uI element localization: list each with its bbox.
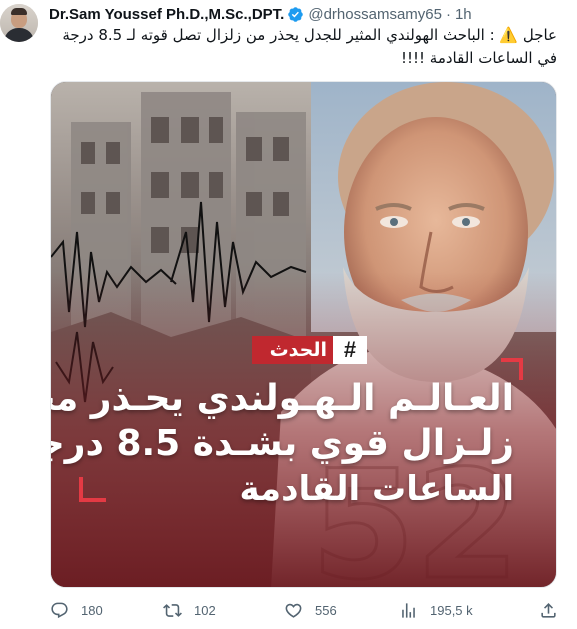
tweet-actions: 180 102 556 195,5 k — [50, 598, 557, 622]
reply-button[interactable]: 180 — [50, 598, 103, 622]
headline-line-2: زلـزال قوي بشـدة 8.5 درجة خلال — [51, 423, 514, 464]
retweet-icon — [163, 603, 182, 617]
display-name[interactable]: Dr.Sam Youssef Ph.D.,M.Sc.,DPT. — [49, 6, 284, 23]
avatar[interactable] — [0, 4, 38, 42]
views-bar-chart-icon — [402, 602, 415, 618]
reply-count: 180 — [81, 602, 103, 618]
timestamp[interactable]: 1h — [455, 6, 472, 23]
retweet-count: 102 — [194, 602, 216, 618]
tweet-header: Dr.Sam Youssef Ph.D.,M.Sc.,DPT. @drhossa… — [49, 4, 472, 24]
separator-dot: · — [445, 5, 451, 23]
news-channel-badge: الحدث # — [252, 336, 367, 364]
user-handle[interactable]: @drhossamsamy65 — [308, 6, 442, 23]
badge-hash: # — [333, 336, 367, 364]
retweet-button[interactable]: 102 — [163, 598, 216, 622]
share-icon — [541, 602, 556, 618]
headline-line-1: العـالـم الـهـولندي يحـذر مجـددا: — [51, 378, 514, 419]
badge-word: الحدث — [269, 339, 327, 361]
heart-icon — [285, 603, 302, 618]
headline-line-3: الساعات القادمة — [239, 469, 514, 509]
tweet[interactable]: Dr.Sam Youssef Ph.D.,M.Sc.,DPT. @drhossa… — [0, 0, 577, 629]
views-count: 195,5 k — [430, 602, 473, 618]
reply-icon — [51, 602, 68, 618]
tweet-media-image[interactable]: 52 الحدث # العـالـم الـهـولندي يحـذر مجـ… — [50, 81, 557, 588]
tweet-text: عاجل ⚠️ : الباحث الهولندي المثير للجدل ي… — [62, 26, 557, 67]
views-button[interactable]: 195,5 k — [399, 598, 473, 622]
verified-badge-icon — [288, 6, 304, 22]
like-count: 556 — [315, 602, 337, 618]
like-button[interactable]: 556 — [284, 598, 337, 622]
share-button[interactable] — [539, 598, 558, 622]
news-graphic: 52 — [51, 82, 556, 587]
